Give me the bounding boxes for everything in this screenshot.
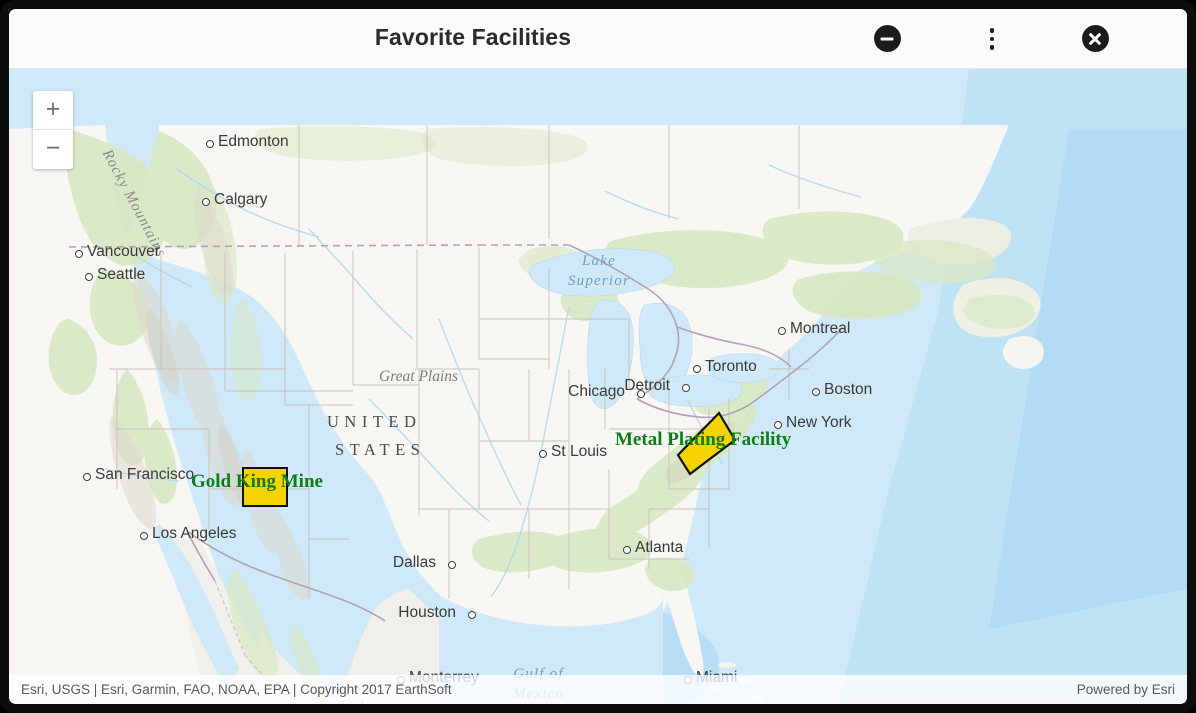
app-window: Favorite Facilities + − Edmonton Calgary…: [0, 0, 1196, 713]
vertical-ellipsis-icon: [977, 24, 1007, 54]
title-bar: Favorite Facilities: [9, 9, 1187, 69]
close-circle-icon: [1081, 25, 1109, 52]
zoom-control[interactable]: + −: [33, 91, 73, 169]
map-viewport[interactable]: + − Edmonton Calgary Vancouver Seattle S…: [9, 69, 1187, 703]
attribution-bar: Esri, USGS | Esri, Garmin, FAO, NOAA, EP…: [9, 675, 1187, 703]
zoom-in-button[interactable]: +: [33, 91, 73, 130]
zoom-out-button[interactable]: −: [33, 130, 73, 169]
minus-circle-icon: [873, 25, 901, 52]
menu-button[interactable]: [977, 24, 1007, 54]
minimize-button[interactable]: [872, 24, 902, 54]
page-title: Favorite Facilities: [374, 24, 572, 50]
close-button[interactable]: [1080, 24, 1110, 54]
attribution-sources[interactable]: Esri, USGS | Esri, Garmin, FAO, NOAA, EP…: [21, 682, 452, 697]
facility-marker-metal-plating-facility[interactable]: [674, 409, 738, 481]
window-inner: Favorite Facilities + − Edmonton Calgary…: [9, 9, 1187, 704]
powered-by-esri[interactable]: Powered by Esri: [1077, 682, 1175, 697]
facility-marker-gold-king-mine[interactable]: [242, 467, 288, 507]
basemap-image: [9, 69, 1187, 703]
